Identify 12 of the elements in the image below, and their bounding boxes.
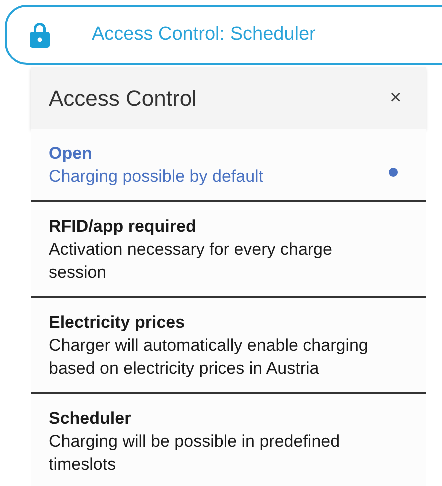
close-button[interactable]: × — [384, 86, 408, 110]
option-title: RFID/app required — [49, 216, 198, 238]
option-description: Charging possible by default — [49, 166, 265, 188]
option-title: Electricity prices — [49, 312, 186, 334]
option-title: Open — [49, 143, 94, 165]
dialog-title: Access Control — [49, 84, 197, 112]
lock-icon — [30, 22, 50, 48]
option-description: Charger will automatically enable charging based on electricity prices in Austria — [49, 335, 369, 380]
chip-label: Access Control: Scheduler — [92, 22, 316, 47]
option-title: Scheduler — [49, 408, 132, 430]
option-description: Activation necessary for every charge session — [49, 239, 334, 284]
option-description: Charging will be possible in predefined timeslots — [49, 431, 342, 476]
